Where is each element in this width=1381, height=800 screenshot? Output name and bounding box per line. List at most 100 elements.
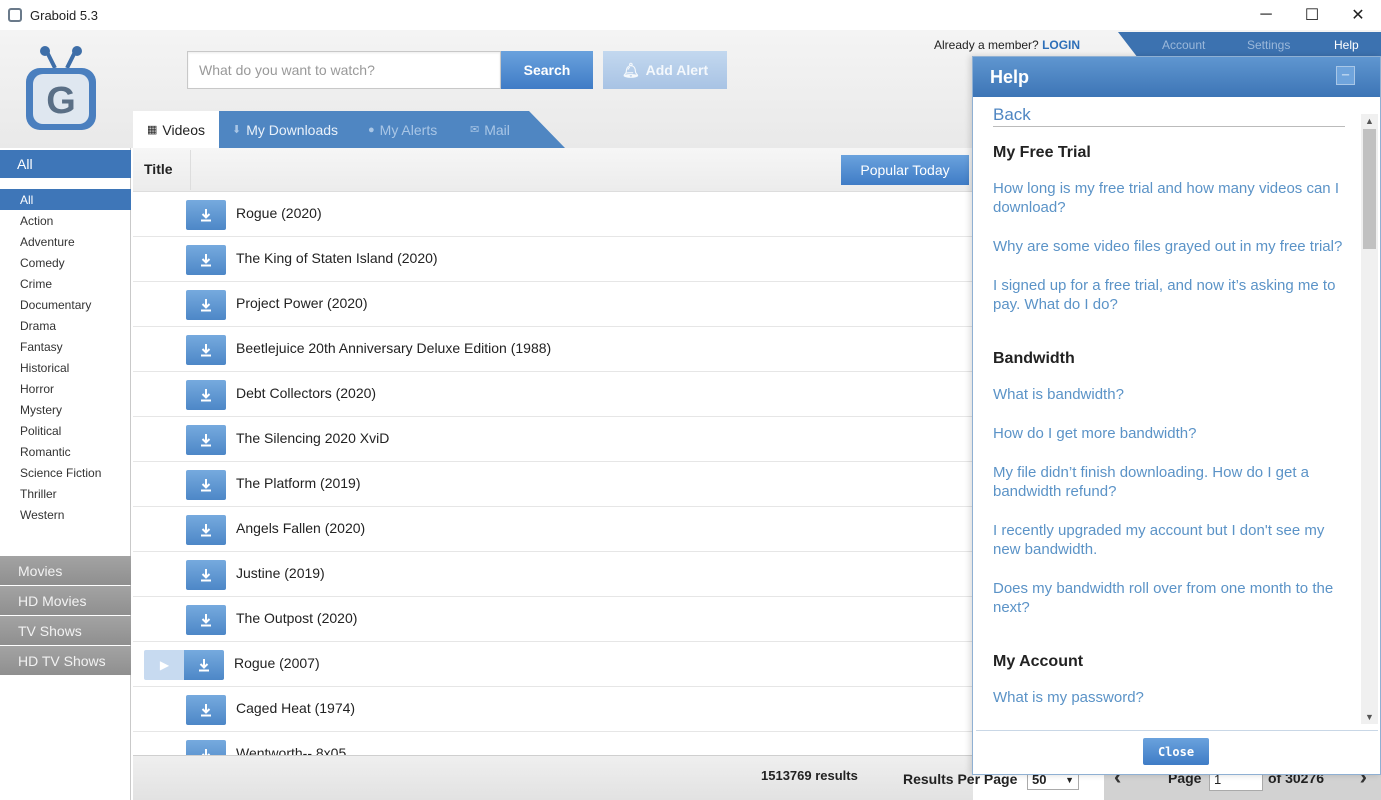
download-button[interactable] <box>186 380 226 410</box>
table-row[interactable]: Wentworth-- 8x05 <box>133 732 973 755</box>
genre-item[interactable]: Fantasy <box>0 336 131 357</box>
genre-item[interactable]: Mystery <box>0 399 131 420</box>
download-button[interactable] <box>186 695 226 725</box>
scrollbar-thumb[interactable] <box>1363 129 1376 249</box>
genre-item[interactable]: Historical <box>0 357 131 378</box>
video-title[interactable]: Wentworth-- 8x05 <box>236 745 346 755</box>
login-link[interactable]: LOGIN <box>1042 38 1080 52</box>
genre-item[interactable]: Political <box>0 420 131 441</box>
genre-item[interactable]: Thriller <box>0 483 131 504</box>
play-button[interactable]: ▶ <box>144 650 185 680</box>
help-question-link[interactable]: Does my bandwidth roll over from one mon… <box>993 579 1345 617</box>
download-button[interactable] <box>186 245 226 275</box>
minimize-button[interactable]: ─ <box>1243 0 1289 30</box>
download-button[interactable] <box>186 290 226 320</box>
sidebar-header[interactable]: All <box>0 150 131 178</box>
genre-item[interactable]: Western <box>0 504 131 525</box>
title-column-header[interactable]: Title <box>144 161 173 177</box>
table-row[interactable]: Angels Fallen (2020) <box>133 507 973 552</box>
download-button[interactable] <box>186 560 226 590</box>
search-input[interactable]: What do you want to watch? <box>187 51 501 89</box>
genre-item[interactable]: Action <box>0 210 131 231</box>
download-button[interactable] <box>186 200 226 230</box>
video-title[interactable]: The Silencing 2020 XviD <box>236 430 389 446</box>
category-tv-shows[interactable]: TV Shows <box>0 616 131 645</box>
table-row[interactable]: Beetlejuice 20th Anniversary Deluxe Edit… <box>133 327 973 372</box>
tab-help[interactable]: Help <box>1334 38 1359 52</box>
genre-item[interactable]: Science Fiction <box>0 462 131 483</box>
help-question-link[interactable]: My file didn’t finish downloading. How d… <box>993 463 1345 501</box>
video-title[interactable]: Justine (2019) <box>236 565 325 581</box>
help-question-link[interactable]: I recently upgraded my account but I don… <box>993 521 1345 559</box>
scroll-up-icon[interactable]: ▲ <box>1365 116 1374 126</box>
video-title[interactable]: Debt Collectors (2020) <box>236 385 376 401</box>
scroll-down-icon[interactable]: ▼ <box>1365 712 1374 722</box>
table-row[interactable]: Debt Collectors (2020) <box>133 372 973 417</box>
table-row[interactable]: Justine (2019) <box>133 552 973 597</box>
table-row[interactable]: ▶ Rogue (2007) <box>133 642 973 687</box>
help-scrollbar[interactable]: ▲ ▼ <box>1361 114 1378 724</box>
category-hd-movies[interactable]: HD Movies <box>0 586 131 615</box>
close-window-button[interactable]: ✕ <box>1335 0 1381 30</box>
back-link[interactable]: Back <box>993 105 1345 127</box>
video-title[interactable]: The Outpost (2020) <box>236 610 357 626</box>
tab-settings[interactable]: Settings <box>1247 38 1290 52</box>
tab-mail[interactable]: ✉ Mail <box>470 111 510 148</box>
video-title[interactable]: Rogue (2007) <box>234 655 320 671</box>
tab-mail-label: Mail <box>484 121 510 138</box>
maximize-button[interactable]: ☐ <box>1289 0 1335 30</box>
table-row[interactable]: The Silencing 2020 XviD <box>133 417 973 462</box>
video-title[interactable]: Rogue (2020) <box>236 205 322 221</box>
genre-item[interactable]: Drama <box>0 315 131 336</box>
table-row[interactable]: The Platform (2019) <box>133 462 973 507</box>
download-icon <box>201 479 211 492</box>
video-title[interactable]: The Platform (2019) <box>236 475 361 491</box>
table-row[interactable]: The Outpost (2020) <box>133 597 973 642</box>
table-row[interactable]: Rogue (2020) <box>133 192 973 237</box>
add-alert-button[interactable]: 🔔︎ Add Alert <box>603 51 727 89</box>
search-button[interactable]: Search <box>501 51 593 89</box>
help-question-link[interactable]: How do I get more bandwidth? <box>993 424 1345 443</box>
help-question-link[interactable]: What is my password? <box>993 688 1345 707</box>
category-list: Movies HD Movies TV Shows HD TV Shows <box>0 556 131 676</box>
download-button[interactable] <box>186 425 226 455</box>
table-row[interactable]: Caged Heat (1974) <box>133 687 973 732</box>
genre-item[interactable]: Horror <box>0 378 131 399</box>
film-icon: ▦ <box>147 124 158 136</box>
video-title[interactable]: Beetlejuice 20th Anniversary Deluxe Edit… <box>236 340 551 356</box>
category-movies[interactable]: Movies <box>0 556 131 585</box>
video-title[interactable]: Angels Fallen (2020) <box>236 520 365 536</box>
help-question-link[interactable]: I signed up for a free trial, and now it… <box>993 276 1345 314</box>
tab-videos[interactable]: ▦ Videos <box>133 111 219 148</box>
help-question-link[interactable]: What is bandwidth? <box>993 385 1345 404</box>
download-icon <box>201 299 211 312</box>
download-button[interactable] <box>186 740 226 755</box>
category-hd-tv-shows[interactable]: HD TV Shows <box>0 646 131 675</box>
genre-item[interactable]: Romantic <box>0 441 131 462</box>
video-title[interactable]: Project Power (2020) <box>236 295 368 311</box>
genre-item[interactable]: Documentary <box>0 294 131 315</box>
download-button[interactable] <box>186 335 226 365</box>
table-row[interactable]: Project Power (2020) <box>133 282 973 327</box>
download-icon <box>201 524 211 537</box>
tab-account[interactable]: Account <box>1162 38 1205 52</box>
genre-item[interactable]: Adventure <box>0 231 131 252</box>
table-row[interactable]: The King of Staten Island (2020) <box>133 237 973 282</box>
tab-my-downloads[interactable]: ⬇ My Downloads <box>232 111 338 148</box>
download-button[interactable] <box>186 515 226 545</box>
genre-item[interactable]: All <box>0 189 131 210</box>
help-minimize-button[interactable]: ─ <box>1336 66 1355 85</box>
window-title: Graboid 5.3 <box>30 7 98 23</box>
close-help-button[interactable]: Close <box>1143 738 1209 765</box>
popular-today-button[interactable]: Popular Today <box>841 155 969 185</box>
video-title[interactable]: The King of Staten Island (2020) <box>236 250 438 266</box>
download-button[interactable] <box>184 650 224 680</box>
genre-item[interactable]: Comedy <box>0 252 131 273</box>
help-question-link[interactable]: Why are some video files grayed out in m… <box>993 237 1345 256</box>
download-button[interactable] <box>186 605 226 635</box>
download-button[interactable] <box>186 470 226 500</box>
video-title[interactable]: Caged Heat (1974) <box>236 700 355 716</box>
tab-my-alerts[interactable]: ● My Alerts <box>368 111 437 148</box>
help-question-link[interactable]: How long is my free trial and how many v… <box>993 179 1345 217</box>
genre-item[interactable]: Crime <box>0 273 131 294</box>
